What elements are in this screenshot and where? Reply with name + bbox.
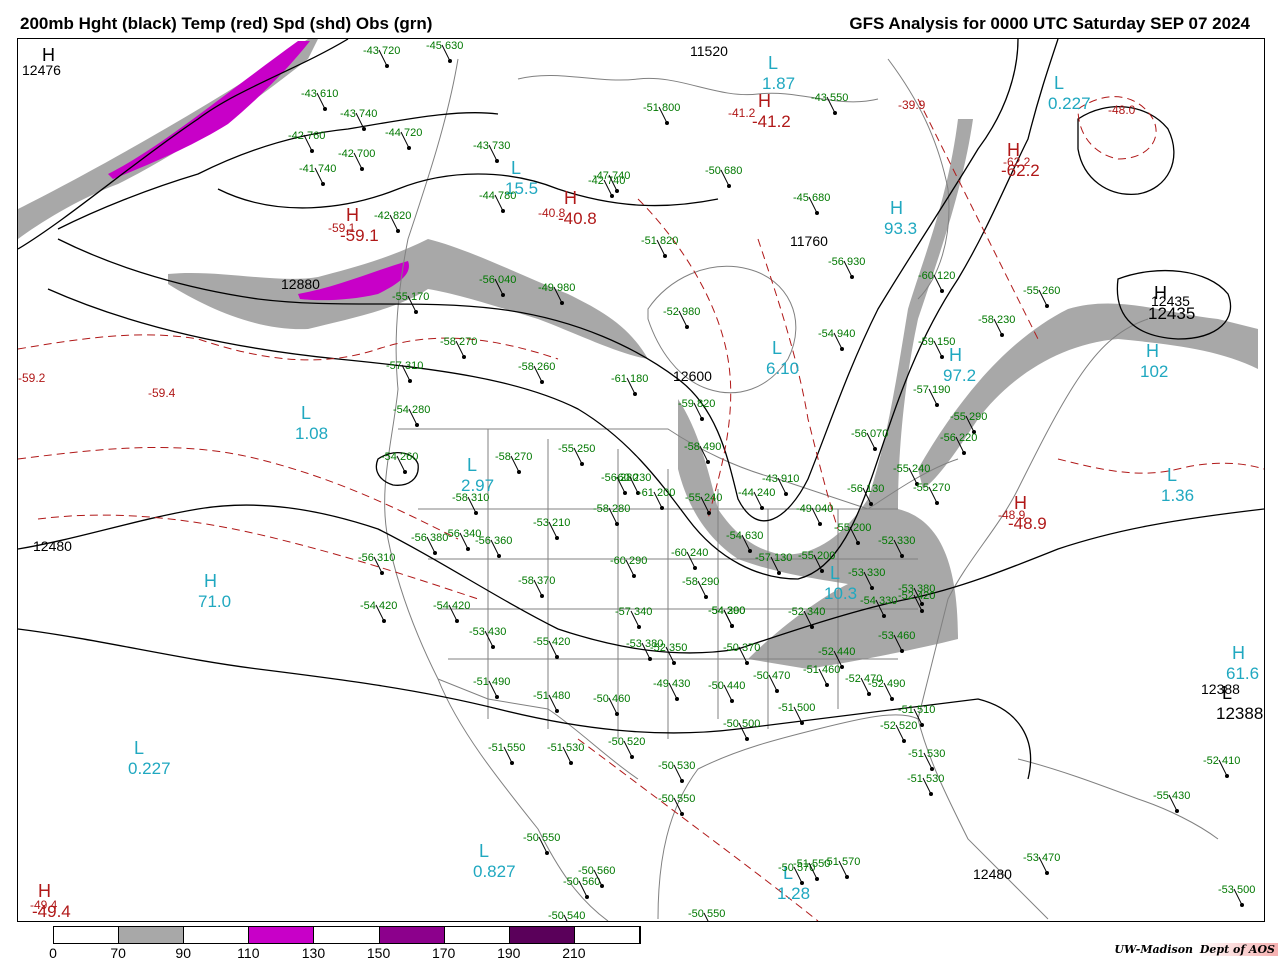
height-label: 12480 xyxy=(33,538,72,554)
jet-gray-atlantic xyxy=(918,303,1258,489)
legend-tick-label: 90 xyxy=(175,945,192,961)
temp-label: -39.9 xyxy=(898,98,926,112)
speed-legend-bar xyxy=(53,926,641,944)
pressure-center-letter: L xyxy=(830,563,840,583)
height-label: 11760 xyxy=(790,233,828,249)
legend-tick-label: 150 xyxy=(366,945,391,961)
weather-map: 12476 12600 12480 11760 11520 12880 12435 12388… xyxy=(17,38,1265,922)
height-label: 12388 xyxy=(1201,681,1240,697)
pressure-center-letter: L xyxy=(768,53,778,73)
pressure-center-value: -62.2 xyxy=(1001,161,1040,180)
legend-tick-label: 210 xyxy=(562,945,586,961)
pressure-center-letter: L xyxy=(1054,73,1064,93)
pressure-center-value: -49.4 xyxy=(32,902,71,921)
legend-swatch xyxy=(54,927,120,943)
legend-tick-label: 170 xyxy=(431,945,456,961)
credit-uw: UW-Madison xyxy=(1114,943,1194,956)
pressure-center-value: 97.2 xyxy=(943,366,976,385)
pressure-center-value: 1.36 xyxy=(1161,486,1194,505)
pressure-center-value: 10.3 xyxy=(824,584,857,603)
pressure-center-value: 71.0 xyxy=(198,592,231,611)
pressure-center-letter: H xyxy=(1014,493,1027,513)
pressure-center-letter: L xyxy=(511,158,521,178)
legend-swatch xyxy=(119,927,185,943)
pressure-center-letter: H xyxy=(758,91,771,111)
pressure-center-letter: H xyxy=(346,205,359,225)
pressure-center-letter: H xyxy=(949,345,962,365)
temp-label: -59.4 xyxy=(148,386,176,400)
pressure-center-letter: L xyxy=(1222,683,1232,703)
legend-swatch xyxy=(574,927,640,943)
height-label: 12880 xyxy=(281,276,320,292)
chart-title: 200mb Hght (black) Temp (red) Spd (shd) … xyxy=(20,14,433,33)
pressure-center-letter: L xyxy=(772,338,782,358)
legend-swatch xyxy=(444,927,510,943)
pressure-center-value: -40.8 xyxy=(558,209,597,228)
height-label: 11520 xyxy=(690,43,728,59)
temp-contour xyxy=(1057,458,1264,474)
pressure-center-letter: H xyxy=(1232,643,1245,663)
temp-contour xyxy=(917,98,1039,340)
pressure-center-value: 12388 xyxy=(1216,704,1263,723)
pressure-center-value: 12435 xyxy=(1148,304,1195,323)
pressure-center-letter: H xyxy=(1007,140,1020,160)
pressure-center-value: -59.1 xyxy=(340,226,379,245)
legend-tick-label: 110 xyxy=(237,945,260,961)
legend-swatch xyxy=(379,927,445,943)
temp-label: -48.0 xyxy=(1108,103,1136,117)
legend-swatch xyxy=(509,927,575,943)
height-contour xyxy=(217,173,719,209)
jet-magenta-pacific xyxy=(108,41,310,179)
pressure-center-value: 1.28 xyxy=(777,884,810,903)
pressure-center-letter: L xyxy=(301,403,311,423)
pressure-center-letter: H xyxy=(1154,283,1167,303)
pressure-center-value: 0.827 xyxy=(473,862,516,881)
legend-tick-label: 190 xyxy=(497,945,521,961)
pressure-center-value: 0.227 xyxy=(1048,94,1091,113)
analysis-time: GFS Analysis for 0000 UTC Saturday SEP 0… xyxy=(849,14,1250,33)
height-contour xyxy=(1077,106,1175,195)
pressure-center-value: 1.08 xyxy=(295,424,328,443)
gulf-coastline xyxy=(657,714,1049,920)
speed-legend-ticks: 0 70 90 110 130 150 170 190 210 xyxy=(49,945,653,961)
height-contours xyxy=(18,39,1264,780)
pressure-center-value: 1.87 xyxy=(762,74,795,93)
pressure-center-value: 6.10 xyxy=(766,359,799,378)
pressure-center-value: 93.3 xyxy=(884,219,917,238)
legend-tick-label: 0 xyxy=(49,945,57,961)
temp-label: -59.2 xyxy=(18,371,46,385)
greenland-coast xyxy=(887,58,950,300)
pressure-center-letter: H xyxy=(204,571,217,591)
height-label: 12600 xyxy=(673,368,712,384)
pressure-center-letter: H xyxy=(42,45,55,65)
pressure-center-letter: L xyxy=(467,455,477,475)
pressure-center-value: 102 xyxy=(1140,362,1168,381)
credit: UW-Madison Dept of AOS xyxy=(1114,943,1278,956)
legend-swatch xyxy=(249,927,315,943)
pressure-center-letter: H xyxy=(890,198,903,218)
legend-swatch xyxy=(314,927,380,943)
height-label: 12480 xyxy=(973,866,1012,882)
pressure-center-letter: L xyxy=(134,738,144,758)
pressure-center-letter: L xyxy=(1167,465,1177,485)
legend-tick-label: 130 xyxy=(301,945,326,961)
pressure-center-letter: H xyxy=(38,881,51,901)
legend-swatch xyxy=(184,927,250,943)
pressure-center-value: -48.9 xyxy=(1008,514,1047,533)
map-canvas: 1247612600124801176011520128801243512388… xyxy=(18,39,1264,921)
temp-contour xyxy=(37,514,479,600)
pressure-center-letter: H xyxy=(1146,341,1159,361)
pressure-center-value: 61.6 xyxy=(1226,664,1259,683)
credit-aos: Dept of AOS xyxy=(1196,943,1278,956)
pressure-center-value: 0.227 xyxy=(128,759,171,778)
pressure-center-value: -41.2 xyxy=(752,112,791,131)
pressure-center-letter: H xyxy=(564,188,577,208)
pressure-center-letter: L xyxy=(479,841,489,861)
legend-tick-label: 70 xyxy=(110,945,126,961)
